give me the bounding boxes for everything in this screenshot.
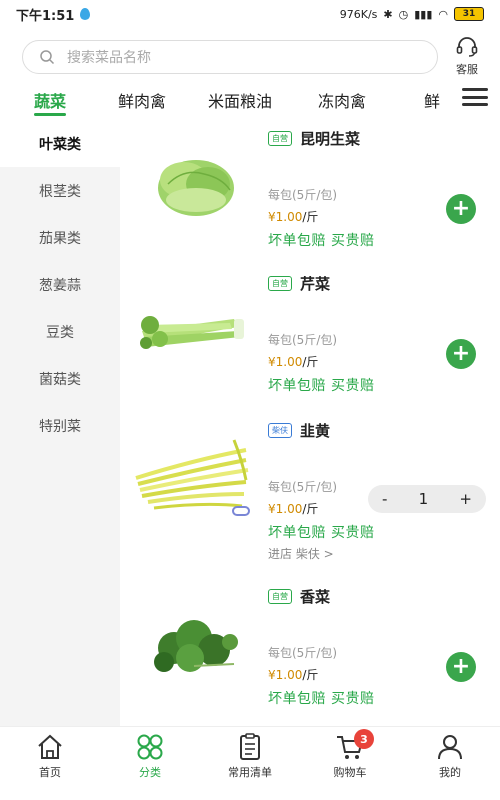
product-unit: 每包(5斤/包) [268,333,338,347]
sidebar-item-root[interactable]: 根茎类 [0,167,120,214]
nav-home[interactable]: 首页 [10,733,90,780]
product-price: ¥1.00/斤 [268,210,319,224]
vendor-badge: 柴伕 [268,423,292,438]
status-right: 976K/s ✱ ◷ ▮▮▮ ◠ 31 [340,7,484,21]
guarantee-text: 坏单包赔 买贵赔 [268,233,375,249]
product-unit: 每包(5斤/包) [268,646,338,660]
signal-icon: ▮▮▮ [414,7,433,21]
customer-service-button[interactable]: 客服 [448,36,486,77]
self-operated-badge: 自营 [268,276,292,291]
tab-grain-oil[interactable]: 米面粮油 [208,88,272,112]
tab-frozen-meat[interactable]: 冻肉禽 [318,88,366,112]
guarantee-text: 坏单包赔 买贵赔 [268,691,375,707]
alarm-icon: ◷ [398,7,409,21]
category-tabs: 蔬菜 鲜肉禽 米面粮油 冻肉禽 鲜 [0,84,500,118]
status-left: 下午1:51 [16,5,91,24]
nav-profile[interactable]: 我的 [410,733,490,780]
search-row: 搜索菜品名称 客服 [0,34,500,78]
status-ring-icon [232,506,250,516]
product-title-row: 自营 芹菜 [268,273,330,294]
product-unit: 每包(5斤/包) [268,188,338,202]
product-list: 自营 昆明生菜 每包(5斤/包) ¥1.00/斤 坏单包赔 买贵赔 + 自营 芹… [120,120,500,726]
headset-icon [456,37,478,57]
lettuce-image [158,160,234,216]
battery-icon: 31 [454,7,484,21]
sidebar-item-leafy[interactable]: 叶菜类 [0,120,120,167]
self-operated-badge: 自营 [268,131,292,146]
wifi-icon: ◠ [438,7,448,21]
home-icon [38,734,62,759]
product-price: ¥1.00/斤 [268,355,319,369]
product-card[interactable]: 柴伕 韭黄 每包(5斤/包) ¥1.00/斤 坏单包赔 买贵赔 - 1 + 进店… [120,412,500,561]
product-name: 韭黄 [300,422,331,440]
menu-icon[interactable] [462,86,488,108]
sidebar-item-beans[interactable]: 豆类 [0,308,120,355]
status-time: 下午1:51 [16,8,75,24]
cart-count-badge: 3 [354,729,374,749]
nav-home-label: 首页 [39,766,61,779]
product-card[interactable]: 自营 昆明生菜 每包(5斤/包) ¥1.00/斤 坏单包赔 买贵赔 + [120,120,500,265]
increase-button[interactable]: + [459,490,472,508]
bottom-nav: 首页 分类 常用清单 3 购物车 我的 [0,726,500,800]
profile-icon [438,735,462,760]
search-icon [40,50,55,65]
status-bar: 下午1:51 976K/s ✱ ◷ ▮▮▮ ◠ 31 [0,0,500,28]
product-name: 芹菜 [300,275,331,293]
nav-category[interactable]: 分类 [110,733,190,780]
sidebar-item-special[interactable]: 特别菜 [0,402,120,449]
quantity-stepper: - 1 + [368,485,486,513]
search-placeholder: 搜索菜品名称 [67,50,151,66]
bluetooth-icon: ✱ [383,7,393,21]
product-card[interactable]: 自营 芹菜 每包(5斤/包) ¥1.00/斤 坏单包赔 买贵赔 + [120,265,500,410]
search-input[interactable]: 搜索菜品名称 [22,40,438,74]
nav-list[interactable]: 常用清单 [210,733,290,780]
product-title-row: 自营 昆明生菜 [268,128,360,149]
nav-cart[interactable]: 3 购物车 [310,729,390,780]
product-name: 昆明生菜 [300,130,361,148]
tab-more[interactable]: 鲜 [424,88,440,112]
net-speed: 976K/s [339,7,378,21]
list-icon [240,733,260,760]
celery-image [140,316,244,349]
nav-profile-label: 我的 [439,766,461,779]
nav-category-label: 分类 [139,766,161,779]
product-title-row: 柴伕 韭黄 [268,420,330,441]
product-unit: 每包(5斤/包) [268,480,338,494]
quantity-value[interactable]: 1 [419,490,429,508]
tab-vegetables[interactable]: 蔬菜 [34,88,66,112]
add-to-cart-button[interactable]: + [446,339,476,369]
self-operated-badge: 自营 [268,589,292,604]
product-name: 香菜 [300,588,331,606]
active-tab-indicator [34,113,66,116]
product-price: ¥1.00/斤 [268,668,319,682]
coriander-image [154,620,238,672]
add-to-cart-button[interactable]: + [446,194,476,224]
decrease-button[interactable]: - [382,490,387,508]
add-to-cart-button[interactable]: + [446,652,476,682]
product-price: ¥1.00/斤 [268,502,319,516]
sidebar-item-mushrooms[interactable]: 菌菇类 [0,355,120,402]
guarantee-text: 坏单包赔 买贵赔 [268,525,375,541]
category-icon [137,734,163,760]
store-link[interactable]: 进店 柴伕 > [268,545,334,562]
sidebar-item-fruit-veg[interactable]: 茄果类 [0,214,120,261]
sidebar-item-allium[interactable]: 葱姜蒜 [0,261,120,308]
nav-cart-label: 购物车 [333,766,367,779]
nav-list-label: 常用清单 [228,766,272,779]
drop-icon [80,8,91,20]
tab-fresh-meat[interactable]: 鲜肉禽 [118,88,166,112]
product-card[interactable]: 自营 香菜 每包(5斤/包) ¥1.00/斤 坏单包赔 买贵赔 + [120,578,500,723]
subcategory-sidebar: 叶菜类 根茎类 茄果类 葱姜蒜 豆类 菌菇类 特别菜 [0,120,120,726]
service-label: 客服 [456,63,478,76]
guarantee-text: 坏单包赔 买贵赔 [268,378,375,394]
product-title-row: 自营 香菜 [268,586,330,607]
